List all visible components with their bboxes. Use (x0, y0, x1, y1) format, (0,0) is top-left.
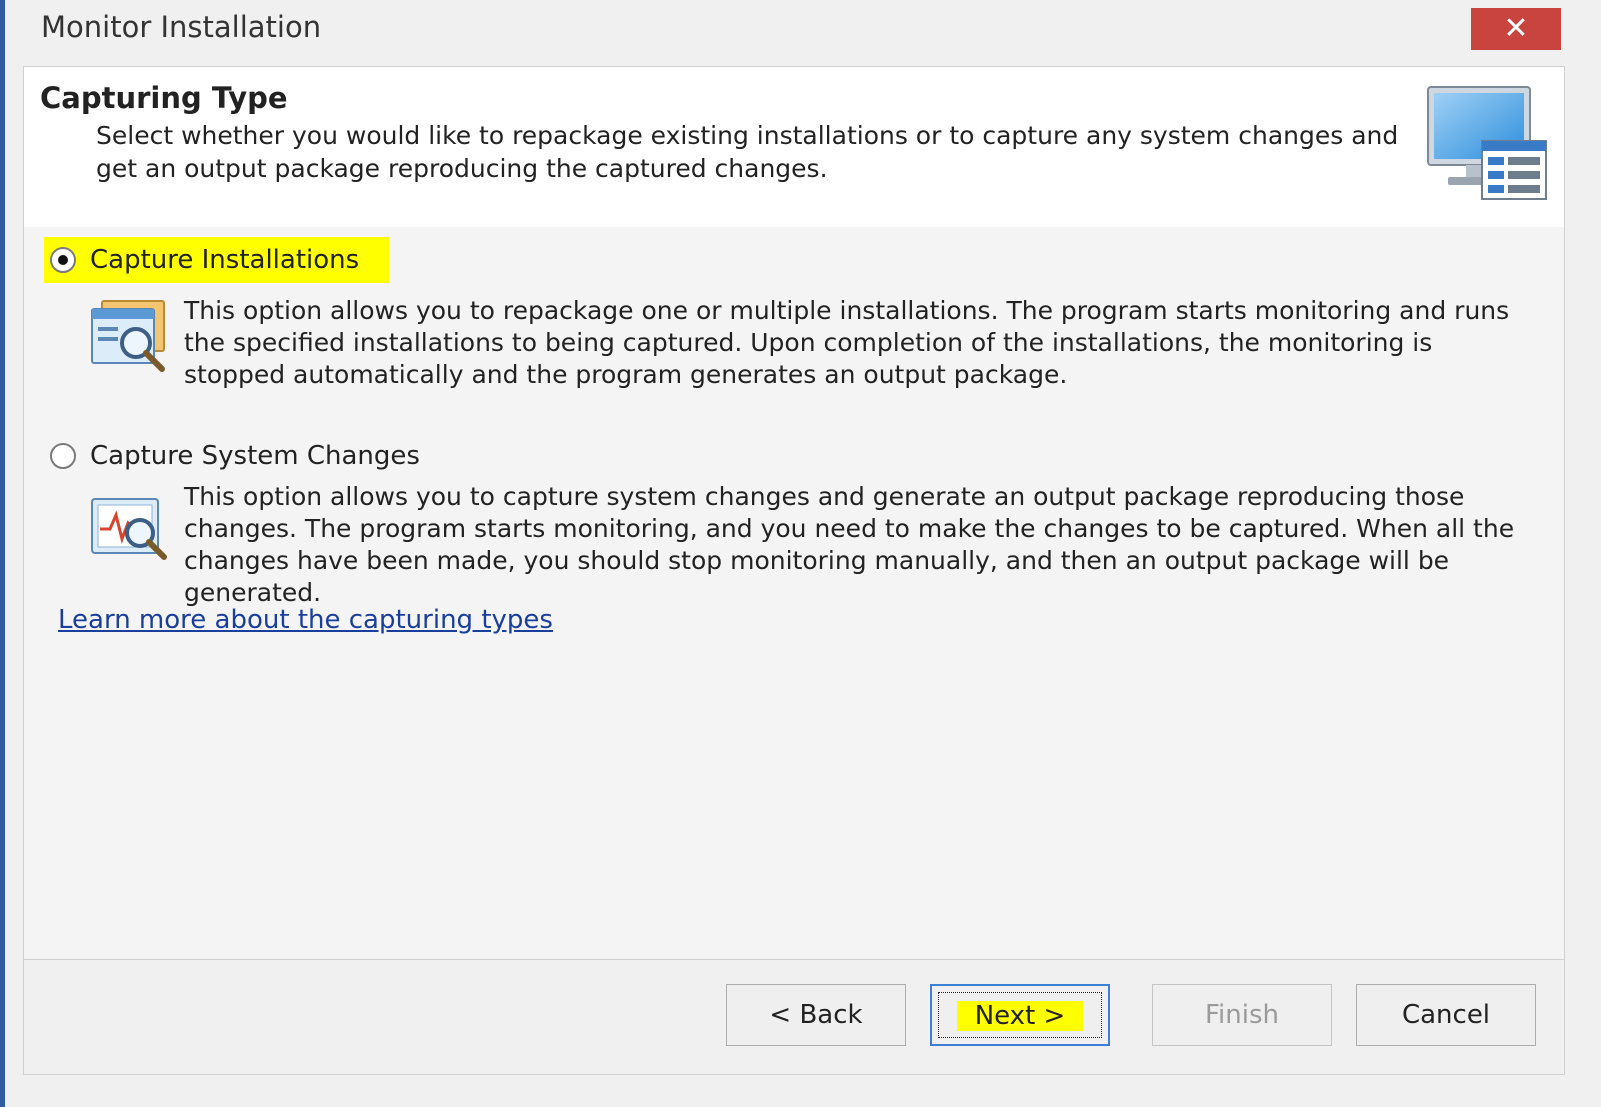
wizard-header: Capturing Type Select whether you would … (23, 66, 1565, 228)
next-button-label: Next > (956, 1001, 1084, 1031)
capture-system-changes-description: This option allows you to capture system… (184, 482, 1515, 607)
capture-system-changes-option[interactable]: Capture System Changes (44, 433, 450, 479)
page-title: Capturing Type (40, 81, 288, 115)
cancel-button-label: Cancel (1401, 1000, 1491, 1030)
finish-button-label: Finish (1204, 1000, 1279, 1030)
close-icon: ✕ (1503, 11, 1529, 46)
title-bar[interactable]: Monitor Installation ✕ (5, 0, 1601, 62)
back-button[interactable]: < Back (726, 984, 906, 1046)
window-title: Monitor Installation (41, 10, 322, 44)
monitor-installation-dialog: Monitor Installation ✕ Capturing Type Se… (5, 0, 1601, 1107)
monitor-window-icon (1427, 86, 1547, 200)
installation-search-icon (91, 300, 165, 372)
capture-installations-label[interactable]: Capture Installations (90, 245, 389, 275)
cancel-button[interactable]: Cancel (1356, 984, 1536, 1046)
capture-system-changes-radio[interactable] (50, 443, 76, 469)
system-monitor-search-icon (91, 498, 167, 560)
learn-more-link[interactable]: Learn more about the capturing types (58, 605, 553, 635)
wizard-body: Capture Installations This option allows… (23, 227, 1565, 959)
capture-system-changes-label[interactable]: Capture System Changes (90, 441, 450, 471)
close-button[interactable]: ✕ (1471, 8, 1561, 50)
capture-installations-description: This option allows you to repackage one … (184, 296, 1510, 389)
page-description: Select whether you would like to repacka… (96, 121, 1399, 183)
capture-installations-radio[interactable] (50, 247, 76, 273)
back-button-label: < Back (769, 1000, 863, 1030)
capture-installations-option[interactable]: Capture Installations (44, 237, 390, 283)
finish-button[interactable]: Finish (1152, 984, 1332, 1046)
next-button[interactable]: Next > (930, 984, 1110, 1046)
wizard-footer: < Back Next > Finish Cancel (23, 959, 1565, 1075)
